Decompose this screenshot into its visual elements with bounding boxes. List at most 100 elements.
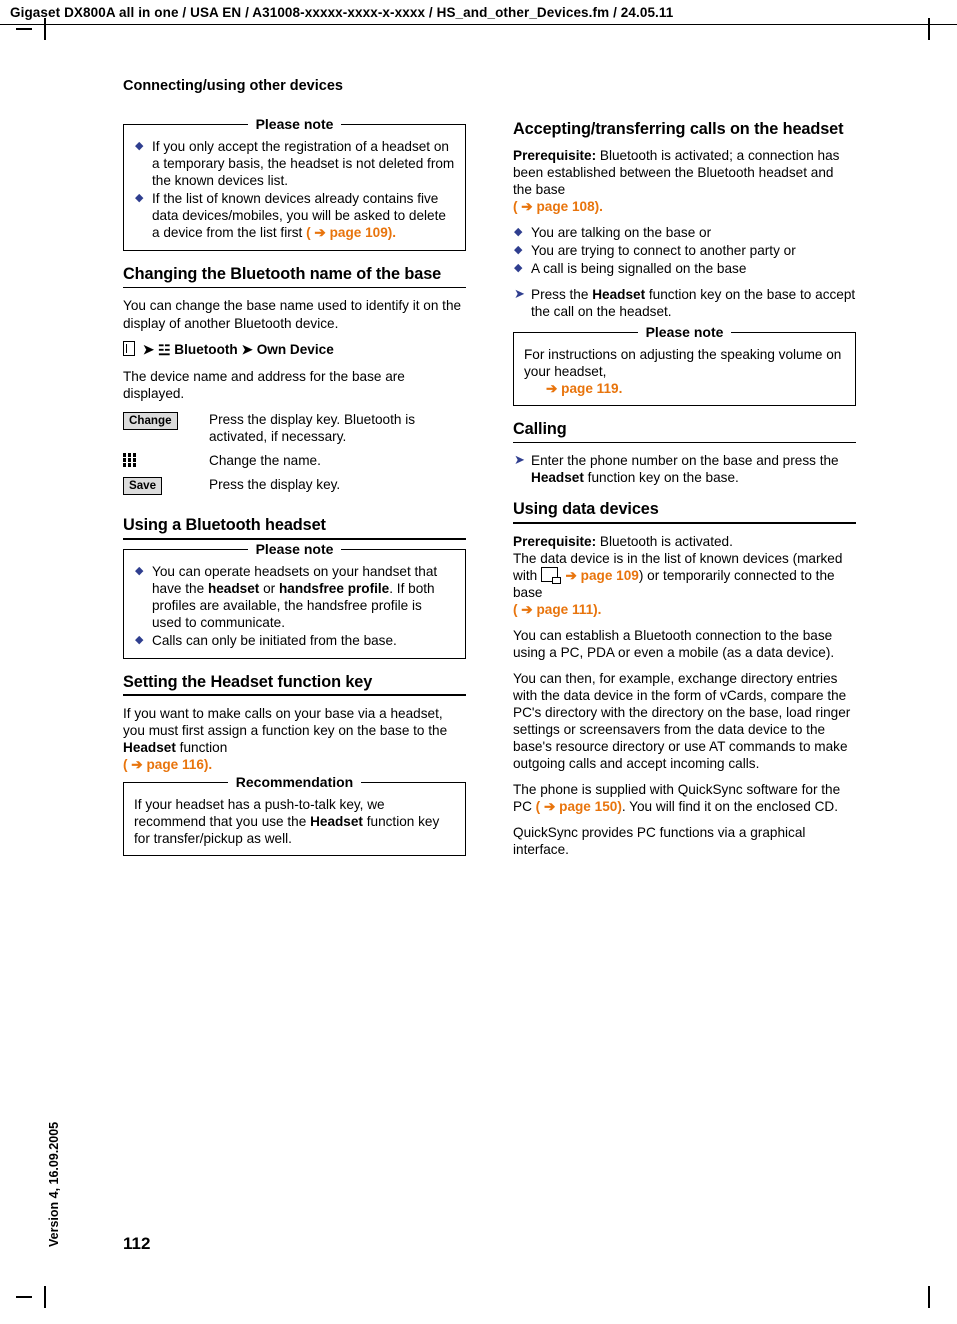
crop-mark-top-right bbox=[928, 18, 930, 40]
left-column: Please note ◆ If you only accept the reg… bbox=[123, 116, 466, 870]
diamond-bullet-icon: ◆ bbox=[135, 140, 144, 152]
diamond-bullet-icon: ◆ bbox=[514, 261, 523, 274]
note-box-speaking-volume: Please note For instructions on adjustin… bbox=[513, 324, 856, 407]
steps-table-change-name: Change Press the display key. Bluetooth … bbox=[123, 411, 466, 502]
display-key-save[interactable]: Save bbox=[123, 477, 163, 496]
list-item-text: Calls can only be initiated from the bas… bbox=[152, 632, 397, 648]
section-heading-calling: Calling bbox=[513, 420, 567, 439]
diamond-bullet-icon: ◆ bbox=[514, 243, 523, 256]
section-divider bbox=[513, 521, 856, 524]
paragraph-device-name-displayed: The device name and address for the base… bbox=[123, 369, 405, 402]
section-heading-changing-bluetooth-name: Changing the Bluetooth name of the base bbox=[123, 265, 442, 284]
list-item-text: If you only accept the registration of a… bbox=[152, 139, 455, 189]
data-device-icon bbox=[540, 566, 561, 584]
crop-tick-left-bottom bbox=[16, 1296, 32, 1298]
action-list-calling: ➤ Enter the phone number on the base and… bbox=[513, 452, 856, 486]
list-item: ➤ Enter the phone number on the base and… bbox=[513, 452, 856, 486]
note-bullet-list: ◆ If you only accept the registration of… bbox=[134, 138, 455, 241]
list-item: ◆ You are talking on the base or bbox=[513, 224, 856, 241]
note-box-registration: Please note ◆ If you only accept the reg… bbox=[123, 116, 466, 252]
page-reference-link[interactable]: ( ➔ page 109). bbox=[306, 225, 396, 240]
document-page: Gigaset DX800A all in one / USA EN / A31… bbox=[0, 0, 957, 1324]
table-row: Change Press the display key. Bluetooth … bbox=[123, 411, 466, 452]
list-item: ◆ You are trying to connect to another p… bbox=[513, 242, 856, 259]
step-key-cell: Save bbox=[123, 476, 209, 502]
note-text: For instructions on adjusting the speaki… bbox=[524, 347, 842, 397]
arrow-bullet-icon: ➤ bbox=[514, 452, 525, 468]
menu-item-own-device[interactable]: Own Device bbox=[257, 342, 334, 357]
section-heading-setting-headset-function-key: Setting the Headset function key bbox=[123, 672, 373, 691]
list-item-text: Enter the phone number on the base and p… bbox=[531, 453, 839, 486]
section-divider bbox=[123, 537, 466, 540]
section-heading-accepting-transferring-calls: Accepting/transferring calls on the head… bbox=[513, 120, 844, 138]
menu-key-icon bbox=[123, 340, 135, 356]
arrow-icon: ➤ bbox=[241, 341, 253, 357]
paragraph-prerequisite-headset: Prerequisite: Bluetooth is activated; a … bbox=[513, 147, 840, 214]
arrow-icon: ➤ bbox=[142, 341, 155, 357]
note-box-content: ◆ If you only accept the registration of… bbox=[134, 138, 455, 241]
list-item: ➤ Press the Headset function key on the … bbox=[513, 286, 856, 320]
crop-mark-top-left bbox=[44, 18, 46, 40]
list-item: ◆ A call is being signalled on the base bbox=[513, 260, 856, 277]
list-item-text: Press the Headset function key on the ba… bbox=[531, 286, 856, 319]
header-rule bbox=[0, 24, 957, 25]
step-key-cell bbox=[123, 452, 209, 476]
note-box-title: Please note bbox=[514, 324, 855, 342]
list-item: ◆ If you only accept the registration of… bbox=[134, 138, 455, 189]
menu-item-bluetooth[interactable]: Bluetooth bbox=[174, 342, 237, 357]
keypad-icon bbox=[123, 453, 139, 468]
list-item: ◆ Calls can only be initiated from the b… bbox=[134, 632, 455, 649]
version-sidebar-text: Version 4, 16.09.2005 bbox=[47, 1121, 61, 1247]
note-bullet-list: ◆ You can operate headsets on your hands… bbox=[134, 563, 455, 649]
paragraph-assign-function-key: If you want to make calls on your base v… bbox=[123, 705, 448, 773]
paragraph-establish-connection: You can establish a Bluetooth connection… bbox=[513, 627, 835, 660]
section-heading-using-data-devices: Using data devices bbox=[513, 500, 659, 519]
step-text-cell: Press the display key. bbox=[209, 477, 341, 493]
list-item-text: You are talking on the base or bbox=[531, 224, 712, 240]
right-column: Accepting/transferring calls on the head… bbox=[513, 120, 856, 867]
page-reference-link[interactable]: ( ➔ page 108). bbox=[513, 199, 603, 214]
table-row: Save Press the display key. bbox=[123, 476, 466, 502]
step-text-cell: Change the name. bbox=[209, 453, 321, 469]
page-reference-link[interactable]: ➔ page 119. bbox=[546, 381, 622, 396]
list-item-text: You can operate headsets on your handset… bbox=[152, 563, 438, 630]
section-divider bbox=[123, 694, 466, 696]
page-reference-link[interactable]: ➔ page 109 bbox=[566, 568, 639, 583]
page-number: 112 bbox=[123, 1234, 151, 1253]
crop-mark-bottom-right bbox=[928, 1286, 930, 1308]
note-box-content: ◆ You can operate headsets on your hands… bbox=[134, 563, 455, 649]
step-key-cell: Change bbox=[123, 411, 209, 452]
list-item-text: You are trying to connect to another par… bbox=[531, 242, 796, 258]
paragraph-prerequisite-data-device: Prerequisite: Bluetooth is activated. The… bbox=[513, 533, 843, 617]
page-reference-link[interactable]: ( ➔ page 111). bbox=[513, 602, 601, 617]
menu-path-own-device: ➤ ☳ Bluetooth ➤ Own Device bbox=[123, 340, 466, 360]
list-item: ◆ You can operate headsets on your hands… bbox=[134, 563, 455, 631]
crop-mark-bottom-left bbox=[44, 1286, 46, 1308]
action-list-accept-call: ➤ Press the Headset function key on the … bbox=[513, 286, 856, 320]
running-head: Connecting/using other devices bbox=[123, 78, 343, 94]
arrow-bullet-icon: ➤ bbox=[514, 285, 525, 301]
note-box-content: For instructions on adjusting the speaki… bbox=[524, 346, 845, 397]
page-reference-link[interactable]: ( ➔ page 116). bbox=[123, 757, 212, 772]
recommendation-text: If your headset has a push-to-talk key, … bbox=[134, 797, 440, 847]
diamond-bullet-icon: ◆ bbox=[514, 225, 523, 238]
display-key-change[interactable]: Change bbox=[123, 412, 178, 431]
list-item: ◆ If the list of known devices already c… bbox=[134, 190, 455, 241]
diamond-bullet-icon: ◆ bbox=[135, 633, 144, 646]
step-text-cell: Press the display key. Bluetooth is acti… bbox=[209, 412, 416, 445]
paragraph-change-name-intro: You can change the base name used to ide… bbox=[123, 298, 462, 331]
diamond-bullet-icon: ◆ bbox=[135, 192, 144, 205]
paragraph-quicksync-functions: QuickSync provides PC functions via a gr… bbox=[513, 825, 806, 858]
page-reference-link[interactable]: ( ➔ page 150) bbox=[536, 799, 622, 814]
paragraph-quicksync-software: The phone is supplied with QuickSync sof… bbox=[513, 782, 841, 815]
list-item-text: If the list of known devices already con… bbox=[152, 191, 446, 241]
paragraph-exchange-directory: You can then, for example, exchange dire… bbox=[513, 670, 851, 772]
note-box-headset-profiles: Please note ◆ You can operate headsets o… bbox=[123, 540, 466, 659]
note-box-recommendation: Recommendation If your headset has a pus… bbox=[123, 774, 466, 857]
crop-tick-left-top bbox=[16, 28, 32, 30]
section-divider bbox=[123, 286, 466, 289]
header-text: Gigaset DX800A all in one / USA EN / A31… bbox=[10, 5, 674, 20]
list-item-text: A call is being signalled on the base bbox=[531, 260, 747, 276]
bullet-list-call-states: ◆ You are talking on the base or ◆ You a… bbox=[513, 224, 856, 277]
table-row: Change the name. bbox=[123, 452, 466, 476]
